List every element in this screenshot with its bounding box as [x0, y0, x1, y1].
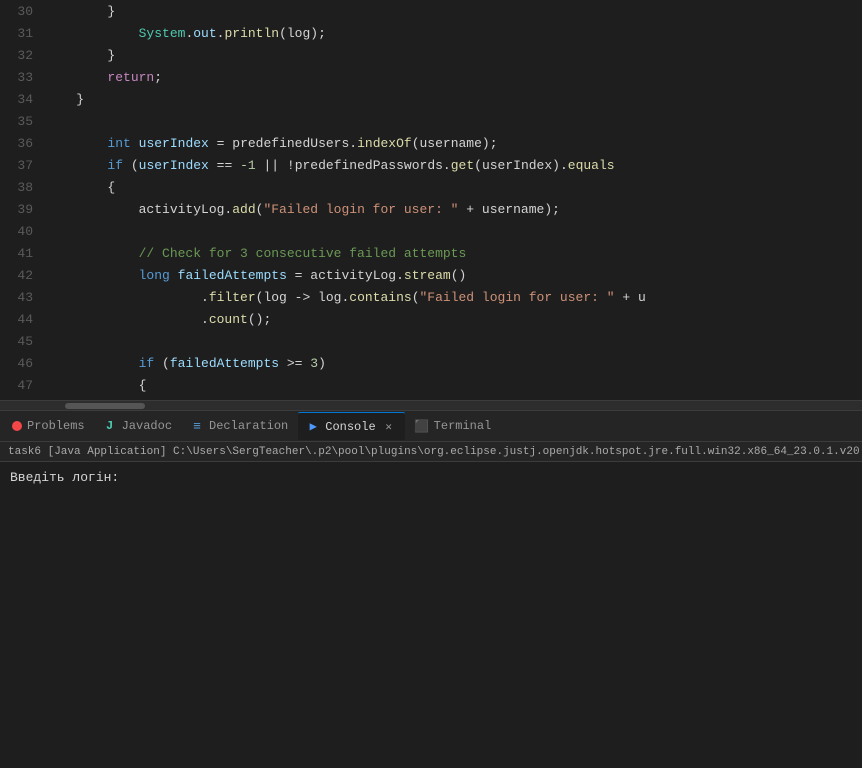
tab-problems[interactable]: Problems [4, 412, 93, 440]
line-num-35: 35 [0, 114, 45, 129]
tab-console-label: Console [325, 420, 375, 434]
path-bar: task6 [Java Application] C:\Users\SergTe… [0, 442, 862, 462]
code-line-47: 47 { [0, 374, 862, 396]
tab-javadoc-label: Javadoc [122, 419, 172, 433]
line-num-38: 38 [0, 180, 45, 195]
line-num-42: 42 [0, 268, 45, 283]
tab-declaration[interactable]: ≡ Declaration [182, 412, 296, 440]
code-lines: 30 } 31 System.out.println(log); 32 } 33… [0, 0, 862, 396]
code-line-38: 38 { [0, 176, 862, 198]
line-content-46: if (failedAttempts >= 3) [45, 356, 326, 371]
line-content-36: int userIndex = predefinedUsers.indexOf(… [45, 136, 498, 151]
javadoc-icon: J [103, 419, 117, 433]
code-line-42: 42 long failedAttempts = activityLog.str… [0, 264, 862, 286]
code-line-31: 31 System.out.println(log); [0, 22, 862, 44]
declaration-icon: ≡ [190, 419, 204, 433]
problems-icon [12, 421, 22, 431]
line-content-42: long failedAttempts = activityLog.stream… [45, 268, 466, 283]
line-num-36: 36 [0, 136, 45, 151]
line-content-35 [45, 114, 53, 129]
line-num-32: 32 [0, 48, 45, 63]
line-content-39: activityLog.add("Failed login for user: … [45, 202, 560, 217]
line-content-32: } [45, 48, 115, 63]
code-line-45: 45 [0, 330, 862, 352]
code-line-37: 37 if (userIndex == -1 || !predefinedPas… [0, 154, 862, 176]
horizontal-scrollbar-area [0, 400, 862, 410]
line-num-43: 43 [0, 290, 45, 305]
line-content-41: // Check for 3 consecutive failed attemp… [45, 246, 466, 261]
line-num-34: 34 [0, 92, 45, 107]
code-line-34: 34 } [0, 88, 862, 110]
code-line-36: 36 int userIndex = predefinedUsers.index… [0, 132, 862, 154]
line-content-31: System.out.println(log); [45, 26, 326, 41]
console-icon: ▶ [306, 420, 320, 434]
console-prompt-text: Введіть логін: [10, 470, 119, 485]
line-num-41: 41 [0, 246, 45, 261]
main-layout: 30 } 31 System.out.println(log); 32 } 33… [0, 0, 862, 768]
tab-terminal[interactable]: ⬛ Terminal [407, 412, 500, 440]
tab-terminal-label: Terminal [434, 419, 492, 433]
terminal-icon: ⬛ [415, 419, 429, 433]
tab-problems-label: Problems [27, 419, 85, 433]
line-content-34: } [45, 92, 84, 107]
tab-javadoc[interactable]: J Javadoc [95, 412, 180, 440]
tab-bar: Problems J Javadoc ≡ Declaration ▶ Conso… [0, 410, 862, 442]
line-num-45: 45 [0, 334, 45, 349]
line-num-33: 33 [0, 70, 45, 85]
line-content-37: if (userIndex == -1 || !predefinedPasswo… [45, 158, 615, 173]
code-line-35: 35 [0, 110, 862, 132]
line-num-44: 44 [0, 312, 45, 327]
tab-declaration-label: Declaration [209, 419, 288, 433]
line-num-46: 46 [0, 356, 45, 371]
line-content-33: return; [45, 70, 162, 85]
line-content-47: { [45, 378, 146, 393]
code-editor: 30 } 31 System.out.println(log); 32 } 33… [0, 0, 862, 400]
line-num-47: 47 [0, 378, 45, 393]
line-content-43: .filter(log -> log.contains("Failed logi… [45, 290, 646, 305]
code-line-30: 30 } [0, 0, 862, 22]
line-content-44: .count(); [45, 312, 271, 327]
line-num-39: 39 [0, 202, 45, 217]
line-num-30: 30 [0, 4, 45, 19]
console-output[interactable]: Введіть логін: [0, 462, 862, 768]
line-content-30: } [45, 4, 115, 19]
horizontal-scrollbar-thumb[interactable] [65, 403, 145, 409]
code-line-43: 43 .filter(log -> log.contains("Failed l… [0, 286, 862, 308]
code-line-32: 32 } [0, 44, 862, 66]
line-content-45 [45, 334, 53, 349]
code-line-40: 40 [0, 220, 862, 242]
code-line-44: 44 .count(); [0, 308, 862, 330]
line-num-31: 31 [0, 26, 45, 41]
path-bar-text: task6 [Java Application] C:\Users\SergTe… [8, 446, 860, 458]
line-content-38: { [45, 180, 115, 195]
code-line-39: 39 activityLog.add("Failed login for use… [0, 198, 862, 220]
code-line-46: 46 if (failedAttempts >= 3) [0, 352, 862, 374]
code-line-33: 33 return; [0, 66, 862, 88]
line-num-37: 37 [0, 158, 45, 173]
console-close-button[interactable]: ✕ [381, 419, 397, 435]
code-line-41: 41 // Check for 3 consecutive failed att… [0, 242, 862, 264]
line-num-40: 40 [0, 224, 45, 239]
line-content-40 [45, 224, 53, 239]
tab-console[interactable]: ▶ Console ✕ [298, 412, 404, 440]
